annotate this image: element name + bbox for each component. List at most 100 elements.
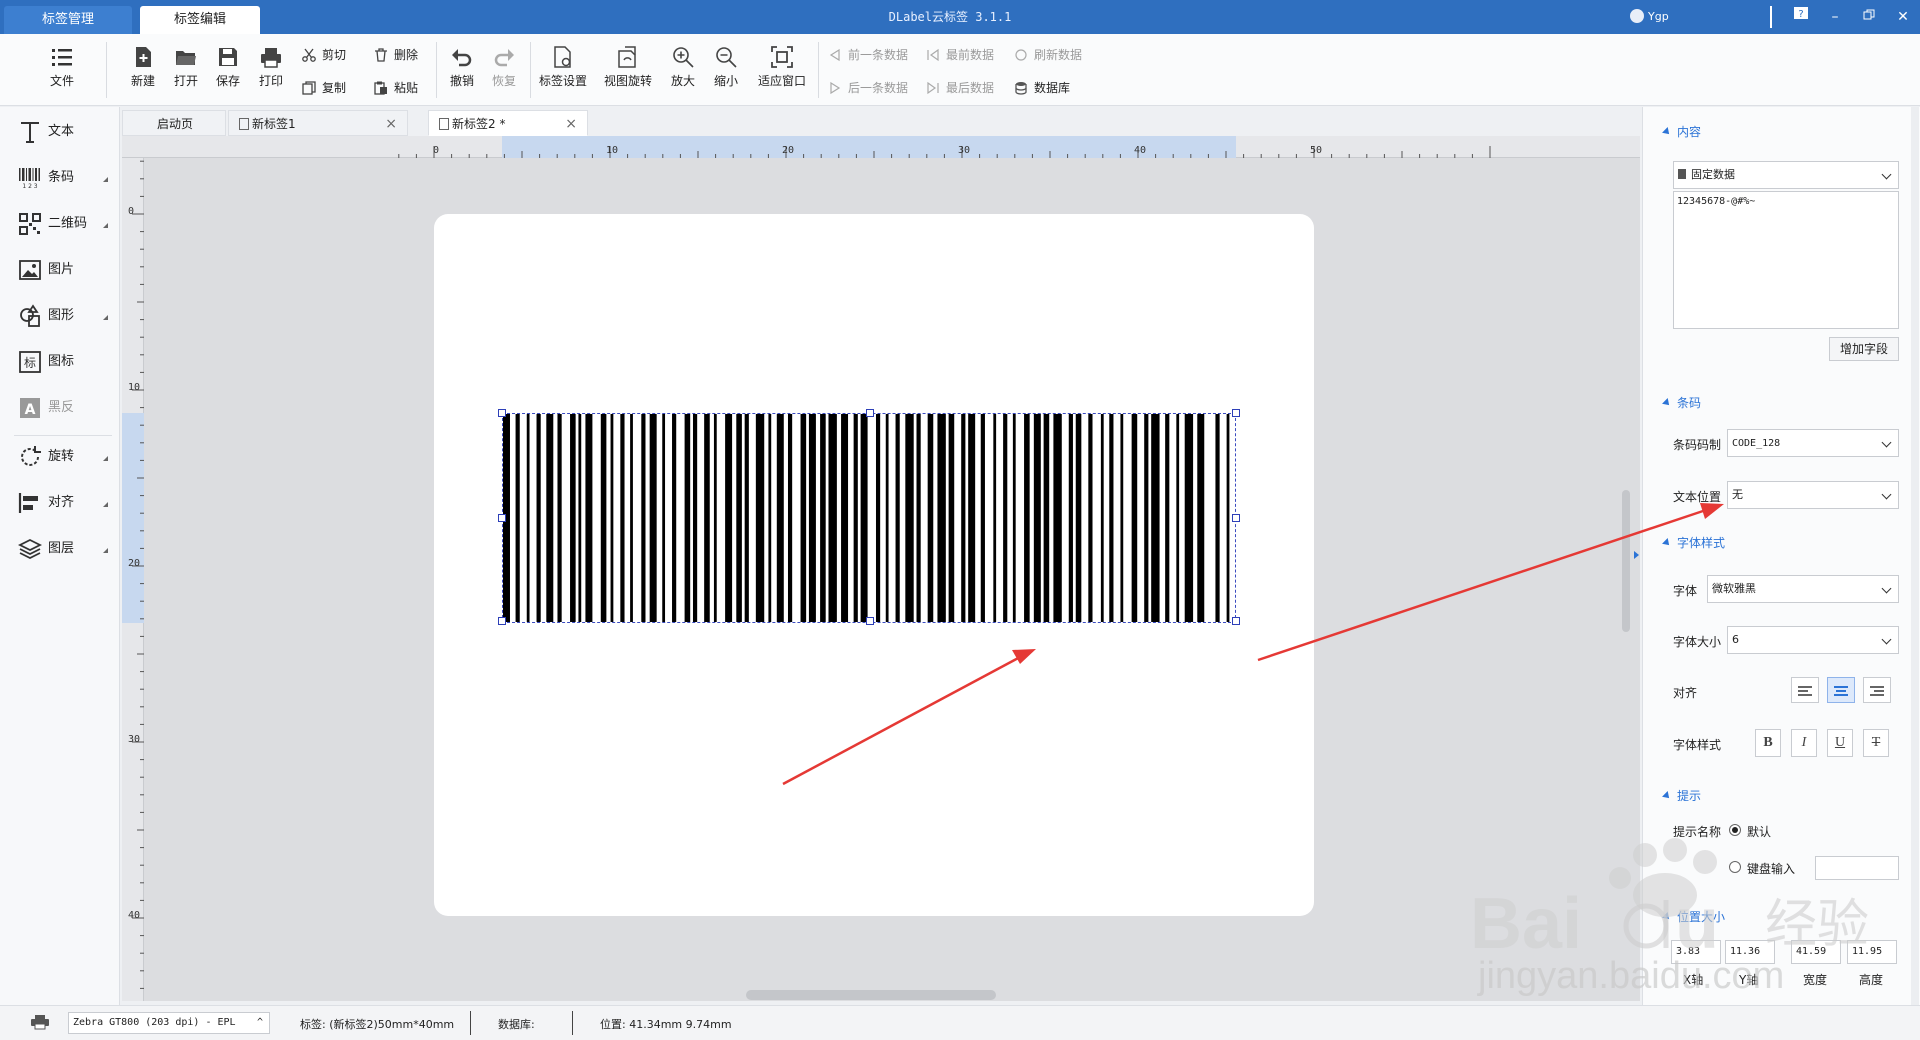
tip-keyboard-radio[interactable] (1729, 861, 1741, 873)
barcode-bars (503, 414, 1230, 622)
next-record-button[interactable]: 后一条数据 (828, 79, 908, 96)
tab-start-page[interactable]: 启动页 (122, 110, 226, 136)
next-record-label: 后一条数据 (848, 81, 909, 95)
section-tip[interactable]: 提示 (1662, 787, 1701, 804)
align-left-button[interactable] (1791, 677, 1819, 703)
qrcode-tool-icon (19, 212, 41, 235)
sidebar-item-text[interactable]: 文本 (18, 117, 114, 147)
barcode-bar (1043, 414, 1050, 622)
section-barcode[interactable]: 条码 (1662, 394, 1701, 411)
resize-handle[interactable] (498, 617, 506, 625)
section-position-size[interactable]: 位置大小 (1662, 908, 1725, 925)
sidebar-item-qrcode[interactable]: 二维码 (18, 209, 114, 239)
tip-default-radio[interactable] (1729, 824, 1741, 836)
add-field-button[interactable]: 增加字段 (1829, 337, 1899, 361)
align-center-button[interactable] (1827, 677, 1855, 703)
sidebar-item-icon[interactable]: 标图标 (18, 347, 114, 377)
close-tab-icon[interactable]: × (565, 111, 577, 137)
barcode-bar (885, 414, 889, 622)
label-settings-button[interactable]: 标签设置 (536, 46, 590, 89)
resize-handle[interactable] (498, 514, 506, 522)
resize-handle[interactable] (866, 617, 874, 625)
tab-new-label-1[interactable]: 新标签1 × (228, 110, 408, 136)
underline-button[interactable]: U (1827, 729, 1853, 757)
save-button[interactable]: 保存 (213, 46, 243, 89)
first-record-button[interactable]: 最前数据 (926, 46, 994, 63)
close-tab-icon[interactable]: × (385, 111, 397, 137)
font-select[interactable]: 微软雅黑 (1707, 575, 1899, 603)
sidebar-item-rotate[interactable]: 旋转 (18, 442, 114, 472)
tab-label-management[interactable]: 标签管理 (4, 6, 132, 34)
text-position-select[interactable]: 无 (1727, 481, 1899, 509)
section-font-style[interactable]: 字体样式 (1662, 534, 1725, 551)
folder-icon (176, 51, 196, 65)
resize-handle[interactable] (498, 409, 506, 417)
barcode-element[interactable] (498, 409, 1240, 625)
undo-button[interactable]: 撤销 (447, 46, 477, 89)
collapse-panel-arrow-icon[interactable] (1634, 551, 1639, 559)
prev-record-button[interactable]: 前一条数据 (828, 46, 908, 63)
printer-select[interactable]: Zebra GT800 (203 dpi) - EPL ^ (68, 1012, 270, 1034)
resize-handle[interactable] (1232, 617, 1240, 625)
database-button[interactable]: 数据库 (1014, 79, 1070, 96)
content-textarea[interactable]: 12345678-@#%~ (1673, 191, 1899, 329)
help-icon[interactable]: ? (1788, 6, 1814, 28)
font-size-select[interactable]: 6 (1727, 626, 1899, 654)
copy-button[interactable]: 复制 (302, 79, 346, 96)
tab-new-label-2[interactable]: 新标签2 * × (428, 110, 588, 136)
strikethrough-button[interactable]: T (1863, 729, 1889, 757)
resize-handle[interactable] (1232, 514, 1240, 522)
refresh-data-button[interactable]: 刷新数据 (1014, 46, 1082, 63)
zoom-in-button[interactable]: 放大 (668, 46, 698, 89)
align-right-button[interactable] (1863, 677, 1891, 703)
user-account[interactable]: Ygp (1630, 9, 1669, 23)
last-record-button[interactable]: 最后数据 (926, 79, 994, 96)
sidebar-item-align[interactable]: 对齐 (18, 488, 114, 518)
paste-button[interactable]: 粘贴 (374, 79, 418, 96)
width-input[interactable]: 41.59 (1791, 940, 1841, 964)
chevron-down-icon (1881, 169, 1892, 180)
resize-handle[interactable] (1232, 409, 1240, 417)
chevron-down-icon (1881, 634, 1892, 645)
barcode-bar (800, 414, 807, 622)
barcode-bar (980, 414, 985, 622)
open-button[interactable]: 打开 (171, 46, 201, 89)
new-button[interactable]: 新建 (128, 46, 158, 89)
delete-button[interactable]: 删除 (374, 46, 418, 63)
section-content[interactable]: 内容 (1662, 123, 1701, 140)
printer-status-icon (31, 1015, 49, 1030)
tip-keyboard-input[interactable] (1815, 856, 1899, 880)
view-rotate-button[interactable]: 视图旋转 (601, 46, 655, 89)
barcode-bar (704, 414, 710, 622)
zoom-out-button[interactable]: 缩小 (711, 46, 741, 89)
tip-keyboard-label: 键盘输入 (1747, 862, 1796, 876)
collapse-triangle-icon (1662, 912, 1672, 922)
sidebar-item-barcode[interactable]: 1 2 3 条码 (18, 163, 114, 193)
symbology-select[interactable]: CODE_128 (1727, 429, 1899, 457)
sidebar-item-invert[interactable]: A 黑反 (18, 393, 114, 423)
horizontal-scrollbar[interactable] (746, 990, 996, 1000)
menu-list-icon (52, 49, 72, 66)
close-window-icon[interactable]: ✕ (1890, 6, 1916, 28)
resize-handle[interactable] (866, 409, 874, 417)
font-label: 字体 (1673, 584, 1698, 598)
minimize-icon[interactable]: – (1822, 6, 1848, 28)
height-input[interactable]: 11.95 (1847, 940, 1897, 964)
panel-splitter-scrollbar[interactable] (1622, 490, 1630, 632)
panel-scroll-track[interactable] (1911, 107, 1919, 1005)
data-source-select[interactable]: 固定数据 (1673, 161, 1899, 189)
cut-button[interactable]: 剪切 (302, 46, 346, 63)
tip-name-label: 提示名称 (1673, 825, 1722, 839)
print-button[interactable]: 打印 (256, 46, 286, 89)
tab-label-editing[interactable]: 标签编辑 (140, 6, 260, 34)
redo-button[interactable]: 恢复 (489, 46, 519, 89)
fit-window-button[interactable]: 适应窗口 (755, 46, 809, 89)
sidebar-item-layer[interactable]: 图层 (18, 534, 114, 564)
sidebar-item-shape[interactable]: 图形 (18, 301, 114, 331)
file-menu-button[interactable]: 文件 (44, 46, 80, 89)
bold-button[interactable]: B (1755, 729, 1781, 757)
sidebar-item-image[interactable]: 图片 (18, 255, 114, 285)
design-canvas[interactable]: 0 10 20 30 40 50 0 10 20 30 40 (122, 136, 1640, 1001)
italic-button[interactable]: I (1791, 729, 1817, 757)
restore-icon[interactable] (1856, 6, 1882, 28)
